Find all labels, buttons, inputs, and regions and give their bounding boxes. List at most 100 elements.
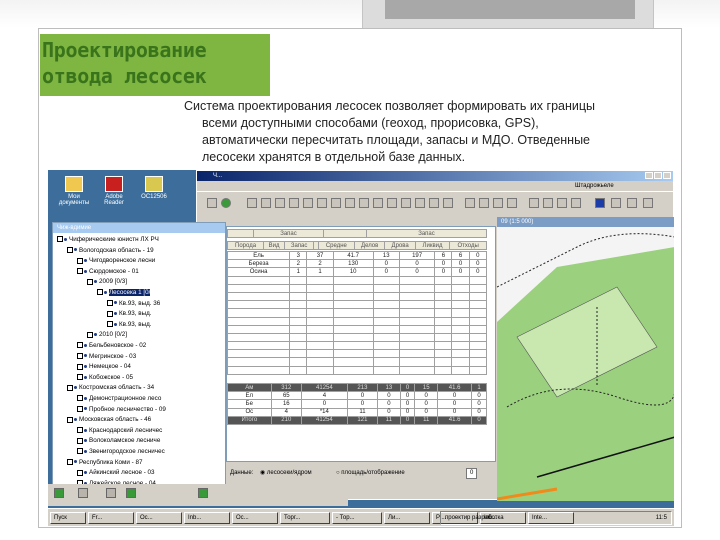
tree-item[interactable]: Немецкое - 04 [77, 362, 131, 371]
tree-item[interactable]: Краснодарский лесничес [77, 426, 162, 435]
tool-icon[interactable] [443, 198, 453, 208]
close-button[interactable] [663, 172, 671, 179]
checkbox-icon[interactable] [97, 289, 103, 296]
forest-map[interactable] [497, 227, 674, 501]
table-row[interactable]: Осина 1 1 10 0 0 0 0 0 [227, 267, 488, 277]
map-window[interactable]: 09 (1:5 000) [497, 217, 674, 501]
column-header[interactable]: Вид [263, 240, 285, 251]
checkbox-icon[interactable] [107, 310, 113, 317]
tree-item[interactable]: 2010 [0/2] [87, 330, 127, 339]
tool-icon[interactable] [415, 198, 425, 208]
tree-item[interactable]: Кв.93, выд. 36 [107, 299, 160, 308]
checkbox-icon[interactable] [77, 257, 83, 264]
desktop-icon-documents[interactable]: Мои документы [58, 176, 90, 206]
tool-icon[interactable] [317, 198, 327, 208]
table-body[interactable]: Ель 3 37 41.7 13 197 6 6 0 Береза 2 2 130 0 0 0 0 0 Осина 1… [227, 250, 488, 375]
tree-item[interactable]: Кв.93, выд. [107, 320, 152, 329]
taskbar-button[interactable]: Inb... [184, 512, 230, 524]
checkbox-icon[interactable] [77, 268, 83, 275]
status-option2[interactable]: ○ площадь/отображение [336, 466, 405, 480]
checkbox-icon[interactable] [107, 299, 113, 306]
taskbar-button[interactable]: Ли... [384, 512, 430, 524]
checkbox-icon[interactable] [77, 342, 83, 349]
summary-row[interactable]: Итого 210 41254 121 11 0 11 41.6 0 [227, 415, 487, 425]
tool-icon[interactable] [507, 198, 517, 208]
desktop-icon-oc12506[interactable]: ОС12506 [138, 176, 170, 200]
tool-icon[interactable] [359, 198, 369, 208]
tool-icon[interactable] [611, 198, 621, 208]
tree-item[interactable]: 2009 [0/3] [87, 277, 127, 286]
checkbox-icon[interactable] [77, 352, 83, 359]
checkbox-icon[interactable] [67, 246, 73, 253]
tree-item[interactable]: Лесосека 1 [0/ [97, 288, 151, 297]
taskbar-button[interactable]: Fr... [88, 512, 134, 524]
gps-icon[interactable] [595, 198, 605, 208]
checkbox-icon[interactable] [77, 469, 83, 476]
checkbox-icon[interactable] [77, 395, 83, 402]
tree-item[interactable]: Костромская область - 34 [67, 383, 154, 392]
tool-icon[interactable] [627, 198, 637, 208]
taskbar-button[interactable]: Торг... [280, 512, 330, 524]
checkbox-icon[interactable] [67, 458, 73, 465]
summary-row[interactable]: Ел 65 4 0 0 0 0 0 0 [227, 391, 487, 401]
status-icon[interactable] [106, 488, 116, 498]
tool-icon[interactable] [493, 198, 503, 208]
summary-row[interactable]: Ос 4 *14 11 0 0 0 0 0 [227, 407, 487, 417]
tool-icon[interactable] [401, 198, 411, 208]
menubar[interactable]: Штадрожьеле [197, 181, 673, 191]
table-row[interactable]: Береза 2 2 130 0 0 0 0 0 [227, 259, 488, 269]
checkbox-icon[interactable] [77, 374, 83, 381]
status-value[interactable]: 0 [466, 468, 478, 479]
column-header[interactable]: Ликвид [414, 240, 451, 251]
tree-item[interactable]: Волоколамское лесниче [77, 436, 160, 445]
tree-item[interactable]: Кобожское - 05 [77, 373, 133, 382]
taskbar-button[interactable]: Ос... [232, 512, 278, 524]
tool-icon[interactable] [331, 198, 341, 208]
checkbox-icon[interactable] [77, 437, 83, 444]
taskbar-button[interactable]: Oc... [136, 512, 182, 524]
tool-icon[interactable] [289, 198, 299, 208]
tool-icon[interactable] [557, 198, 567, 208]
checkbox-icon[interactable] [87, 278, 93, 285]
summary-row[interactable]: Ам 312 41254 213 13 0 15 41.6 1 [227, 382, 487, 393]
column-header[interactable]: Отходы [449, 240, 487, 251]
tool-icon[interactable] [275, 198, 285, 208]
checkbox-icon[interactable] [107, 321, 113, 328]
status-icon[interactable] [54, 488, 64, 498]
tree-item[interactable]: Чигодворенское лесни [77, 256, 155, 265]
tree-item[interactable]: Вологодская область - 19 [67, 246, 154, 255]
tree-item[interactable]: Звенигородское лесничес [77, 447, 165, 456]
checkbox-icon[interactable] [77, 363, 83, 370]
column-header[interactable]: Порода [227, 240, 265, 251]
status-option1[interactable]: ◉ лесосеки/ядром [260, 466, 312, 480]
status-icon[interactable] [78, 488, 88, 498]
summary-row[interactable]: Бе 16 0 0 0 0 0 0 0 [227, 399, 487, 409]
table-row[interactable]: Ель 3 37 41.7 13 197 6 6 0 [227, 250, 488, 261]
checkbox-icon[interactable] [67, 416, 73, 423]
tree-item[interactable]: Пробное лесничество - 09 [77, 405, 166, 414]
tool-icon[interactable] [373, 198, 383, 208]
checkbox-icon[interactable] [77, 405, 83, 412]
tool-icon[interactable] [643, 198, 653, 208]
tree-item[interactable]: Кв.93, выд. [107, 309, 152, 318]
tool-icon[interactable] [479, 198, 489, 208]
status-icon[interactable] [126, 488, 136, 498]
tree-item[interactable]: Сюрдомское - 01 [77, 267, 139, 276]
summary-table[interactable]: Ам 312 41254 213 13 0 15 41.6 1 Ел 65 4 0 0 0 0 0 0 Бе 16 0 0… [227, 382, 487, 425]
window-titlebar[interactable]: Ч... [197, 171, 673, 181]
tool-icon[interactable] [261, 198, 271, 208]
column-header[interactable]: Средне [317, 240, 355, 251]
checkbox-icon[interactable] [67, 384, 73, 391]
minimize-button[interactable] [645, 172, 653, 179]
tool-icon[interactable] [303, 198, 313, 208]
taskbar-button[interactable]: - Тор... [332, 512, 382, 524]
tree-item[interactable]: Чиферическиие юнистн ЛХ РЧ [57, 235, 159, 244]
checkbox-icon[interactable] [57, 236, 63, 243]
tool-icon[interactable] [465, 198, 475, 208]
tool-icon[interactable] [429, 198, 439, 208]
tool-icon[interactable] [345, 198, 355, 208]
tool-icon[interactable] [387, 198, 397, 208]
tree-item[interactable]: Московская область - 46 [67, 415, 151, 424]
column-header[interactable]: Запас [283, 240, 315, 251]
checkbox-icon[interactable] [77, 448, 83, 455]
